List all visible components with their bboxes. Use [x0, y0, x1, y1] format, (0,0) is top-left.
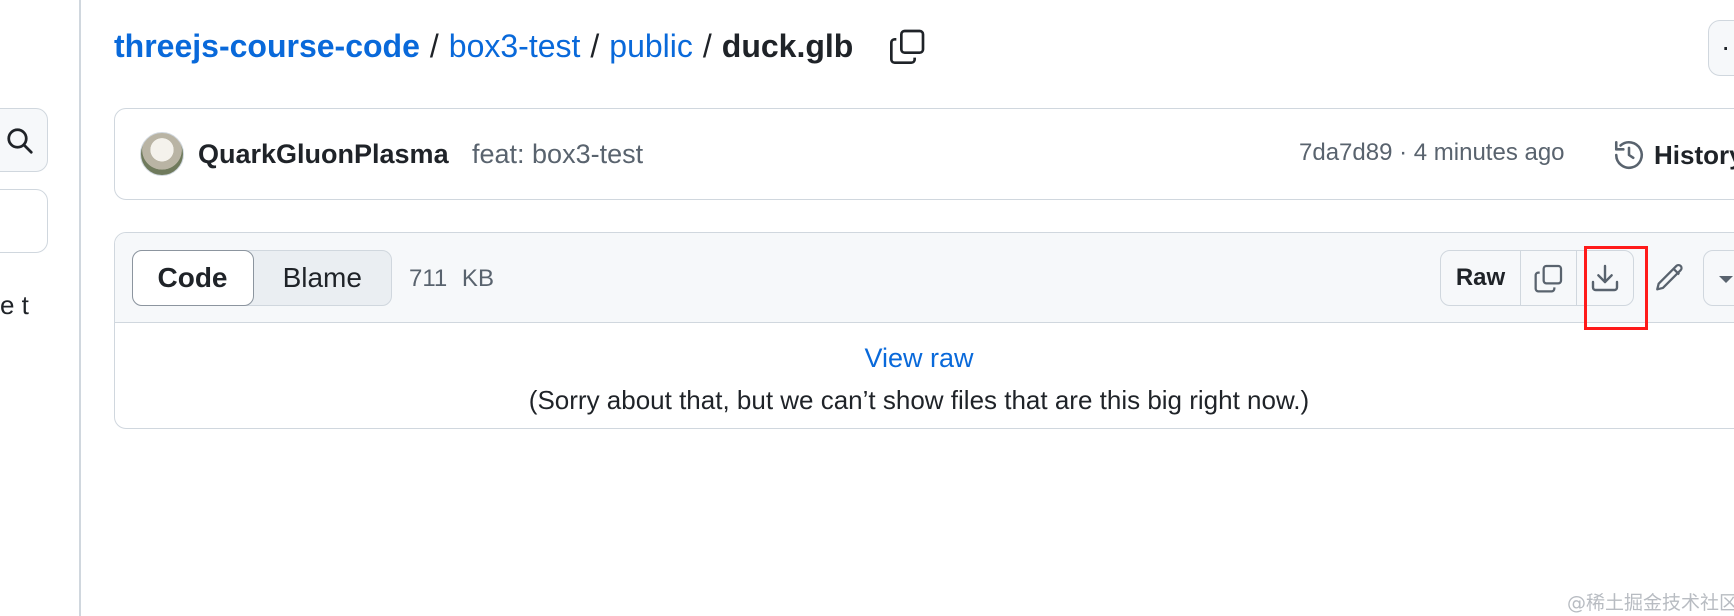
commit-message-link[interactable]: feat: box3-test: [472, 139, 643, 170]
breadcrumb-folder-link[interactable]: box3-test: [449, 28, 581, 65]
avatar[interactable]: [140, 132, 184, 176]
view-raw-link[interactable]: View raw: [864, 343, 973, 373]
breadcrumb: threejs-course-code / box3-test / public…: [114, 24, 853, 68]
history-button[interactable]: History: [1612, 135, 1734, 175]
commit-author-link[interactable]: QuarkGluonPlasma: [198, 139, 449, 170]
breadcrumb-separator: /: [702, 27, 712, 64]
chevron-down-icon: [1719, 276, 1733, 283]
file-header: Code Blame 711 KB Raw: [115, 233, 1734, 323]
raw-button[interactable]: Raw: [1441, 251, 1521, 305]
breadcrumb-repo-link[interactable]: threejs-course-code: [114, 28, 420, 65]
more-options-button[interactable]: ·: [1708, 20, 1734, 76]
commit-sha-time[interactable]: 7da7d89 · 4 minutes ago: [1299, 139, 1565, 167]
breadcrumb-separator: /: [590, 27, 600, 64]
view-raw-link-row: View raw: [115, 343, 1734, 374]
sidebar-text: e t: [0, 290, 29, 320]
notice-text: (Sorry about that, but we can’t show fil…: [528, 385, 1310, 415]
tab-blame[interactable]: Blame: [254, 251, 392, 305]
kebab-icon: ·: [1721, 31, 1731, 62]
search-icon: [7, 128, 33, 154]
code-blame-toggle: Code Blame: [131, 249, 392, 306]
file-viewer: Code Blame 711 KB Raw View raw (Sorry ab…: [114, 232, 1734, 429]
left-sidebar: e t: [0, 0, 81, 616]
copy-raw-button[interactable]: [1521, 251, 1577, 305]
history-label: History: [1654, 139, 1734, 170]
history-icon: [1614, 140, 1644, 170]
latest-commit-bar: QuarkGluonPlasma feat: box3-test 7da7d89…: [114, 108, 1734, 200]
download-highlight-box: [1584, 246, 1648, 330]
breadcrumb-separator: /: [429, 27, 439, 64]
more-file-actions-button[interactable]: [1703, 250, 1734, 306]
copy-icon[interactable]: [888, 26, 928, 66]
breadcrumb-file-name: duck.glb: [721, 27, 854, 64]
file-size: 711 KB: [409, 265, 494, 292]
sidebar-filter-input[interactable]: [0, 189, 48, 253]
sidebar-search-button[interactable]: [0, 108, 48, 172]
file-too-large-notice: (Sorry about that, but we can’t show fil…: [115, 385, 1734, 416]
copy-icon: [1534, 264, 1562, 293]
pencil-icon[interactable]: [1653, 261, 1687, 295]
tab-code[interactable]: Code: [131, 249, 254, 306]
watermark: @稀土掘金技术社区: [1567, 592, 1734, 614]
breadcrumb-folder-link[interactable]: public: [609, 28, 693, 65]
